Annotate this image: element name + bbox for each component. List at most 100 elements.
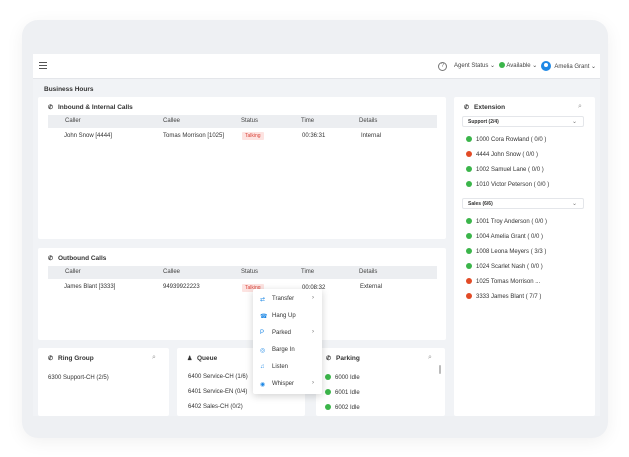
headphones-icon: ♫ [260, 364, 265, 370]
ring-group-title-text: Ring Group [58, 355, 94, 362]
barge-in-icon: ◎ [260, 348, 266, 354]
chevron-down-icon: ⌄ [571, 201, 577, 207]
inbound-table-header: Caller Callee Status Time Details [48, 115, 437, 128]
scrollbar[interactable] [439, 365, 441, 374]
menu-item-label: Transfer [272, 296, 295, 302]
phone-icon: ✆ [464, 105, 470, 111]
column-callee: Callee [163, 269, 181, 275]
menu-item-label: Parked [272, 330, 292, 336]
avatar [541, 61, 551, 71]
menu-item-label: Listen [272, 364, 289, 370]
row-time: 00:36:31 [302, 133, 326, 139]
chevron-down-icon: ⌄ [571, 119, 577, 125]
status-dot-icon [466, 248, 472, 254]
row-details: External [360, 284, 383, 290]
list-item[interactable]: 6002 Idle [325, 404, 360, 411]
help-icon[interactable]: ? [438, 62, 447, 71]
parking-slot-label: 6000 Idle [335, 375, 360, 381]
check-icon [325, 389, 331, 395]
call-context-menu: ⇄ Transfer › ☎ Hang Up P Parked › ◎ Barg… [253, 289, 322, 394]
user-menu[interactable]: Amelia Grant ⌄ [541, 61, 596, 71]
menu-item-listen[interactable]: ♫ Listen [253, 361, 322, 375]
menu-item-barge-in[interactable]: ◎ Barge In [253, 344, 322, 358]
chevron-down-icon: ⌄ [532, 63, 538, 69]
list-item[interactable]: 1008 Leona Meyers ( 3/3 ) [466, 248, 546, 255]
list-item[interactable]: 1000 Cora Rowland ( 0/0 ) [466, 136, 546, 143]
top-bar: ? Agent Status ⌄ Available ⌄ Amelia Gran… [33, 54, 600, 79]
column-status: Status [241, 118, 259, 124]
menu-item-label: Hang Up [272, 313, 296, 319]
list-item[interactable]: 6001 Idle [325, 389, 360, 396]
column-details: Details [359, 269, 378, 275]
search-icon[interactable]: ⌕ [578, 103, 582, 111]
chevron-down-icon: ⌄ [591, 64, 597, 70]
check-icon [325, 374, 331, 380]
column-details: Details [359, 118, 378, 124]
group-sales-toggle[interactable]: Sales (6/6) ⌄ [462, 198, 584, 209]
column-callee: Callee [163, 118, 181, 124]
user-name: Amelia Grant [554, 64, 590, 70]
status-dot-icon [466, 218, 472, 224]
search-icon[interactable]: ⌕ [152, 354, 156, 362]
check-icon [325, 404, 331, 410]
transfer-icon: ⇄ [260, 297, 266, 303]
column-time: Time [301, 269, 315, 275]
status-dot-icon [466, 278, 472, 284]
extension-title-text: Extension [474, 104, 506, 111]
parking-title: ✆ Parking [326, 355, 360, 362]
column-status: Status [241, 269, 259, 275]
group-sales-label: Sales (6/6) [468, 201, 493, 207]
column-caller: Caller [65, 269, 81, 275]
list-item[interactable]: 6300 Support-CH (2/5) [48, 375, 109, 381]
chevron-right-icon: › [312, 295, 314, 301]
menu-item-whisper[interactable]: ◉ Whisper › [253, 378, 322, 392]
phone-icon: ✆ [48, 256, 54, 262]
list-item[interactable]: 1001 Troy Anderson ( 0/0 ) [466, 218, 547, 225]
list-item[interactable]: 1004 Amelia Grant ( 0/0 ) [466, 233, 543, 240]
chevron-right-icon: › [312, 380, 314, 386]
list-item[interactable]: 1025 Tomas Morrison ... [466, 278, 540, 285]
list-item[interactable]: 6402 Sales-CH (0/2) [188, 404, 243, 410]
list-item[interactable]: 6000 Idle [325, 374, 360, 381]
group-support-toggle[interactable]: Support (2/4) ⌄ [462, 116, 584, 127]
extension-label: 4444 John Snow ( 0/0 ) [476, 152, 539, 158]
menu-item-label: Whisper [272, 381, 295, 387]
ring-group-title: ✆ Ring Group [48, 355, 94, 362]
search-icon[interactable]: ⌕ [428, 354, 432, 362]
list-item[interactable]: 6400 Service-CH (1/6) [188, 374, 248, 380]
menu-icon[interactable] [39, 62, 47, 69]
extension-label: 1025 Tomas Morrison ... [476, 279, 541, 285]
agent-status-label: Agent Status [454, 63, 489, 69]
list-item[interactable]: 6401 Service-EN (0/4) [188, 389, 247, 395]
extension-label: 1001 Troy Anderson ( 0/0 ) [476, 219, 548, 225]
list-item[interactable]: 3333 James Blant ( 7/7 ) [466, 293, 541, 300]
ring-group-panel: ✆ Ring Group ⌕ 6300 Support-CH (2/5) [38, 348, 169, 416]
inbound-calls-title-text: Inbound & Internal Calls [58, 104, 133, 111]
outbound-calls-panel: ✆ Outbound Calls Caller Callee Status Tim… [38, 248, 446, 340]
availability-dropdown[interactable]: Available ⌄ [499, 62, 537, 69]
list-item[interactable]: 1024 Scarlet Nash ( 0/0 ) [466, 263, 543, 270]
status-dot-icon [466, 166, 472, 172]
status-dot-icon [466, 263, 472, 269]
availability-label: Available [506, 63, 531, 69]
extension-label: 1024 Scarlet Nash ( 0/0 ) [476, 264, 543, 270]
agent-status-dropdown[interactable]: Agent Status ⌄ [454, 62, 495, 69]
row-callee: Tomas Morrison [1025] [163, 133, 225, 139]
extension-label: 1000 Cora Rowland ( 0/0 ) [476, 137, 547, 143]
group-support-label: Support (2/4) [468, 119, 499, 125]
menu-item-transfer[interactable]: ⇄ Transfer › [253, 293, 322, 307]
parked-icon: P [260, 330, 265, 336]
phone-icon: ✆ [48, 105, 54, 111]
available-status-icon [499, 62, 505, 68]
inbound-calls-title: ✆ Inbound & Internal Calls [48, 104, 133, 111]
phone-icon: ✆ [326, 356, 332, 362]
extension-label: 3333 James Blant ( 7/7 ) [476, 294, 542, 300]
row-caller: John Snow [4444] [64, 133, 113, 139]
menu-item-parked[interactable]: P Parked › [253, 327, 322, 341]
list-item[interactable]: 1010 Victor Peterson ( 0/0 ) [466, 181, 549, 188]
menu-item-hang-up[interactable]: ☎ Hang Up [253, 310, 322, 324]
list-item[interactable]: 4444 John Snow ( 0/0 ) [466, 151, 538, 158]
list-item[interactable]: 1002 Samuel Lane ( 0/0 ) [466, 166, 544, 173]
chevron-right-icon: › [312, 329, 314, 335]
row-details: Internal [361, 133, 382, 139]
